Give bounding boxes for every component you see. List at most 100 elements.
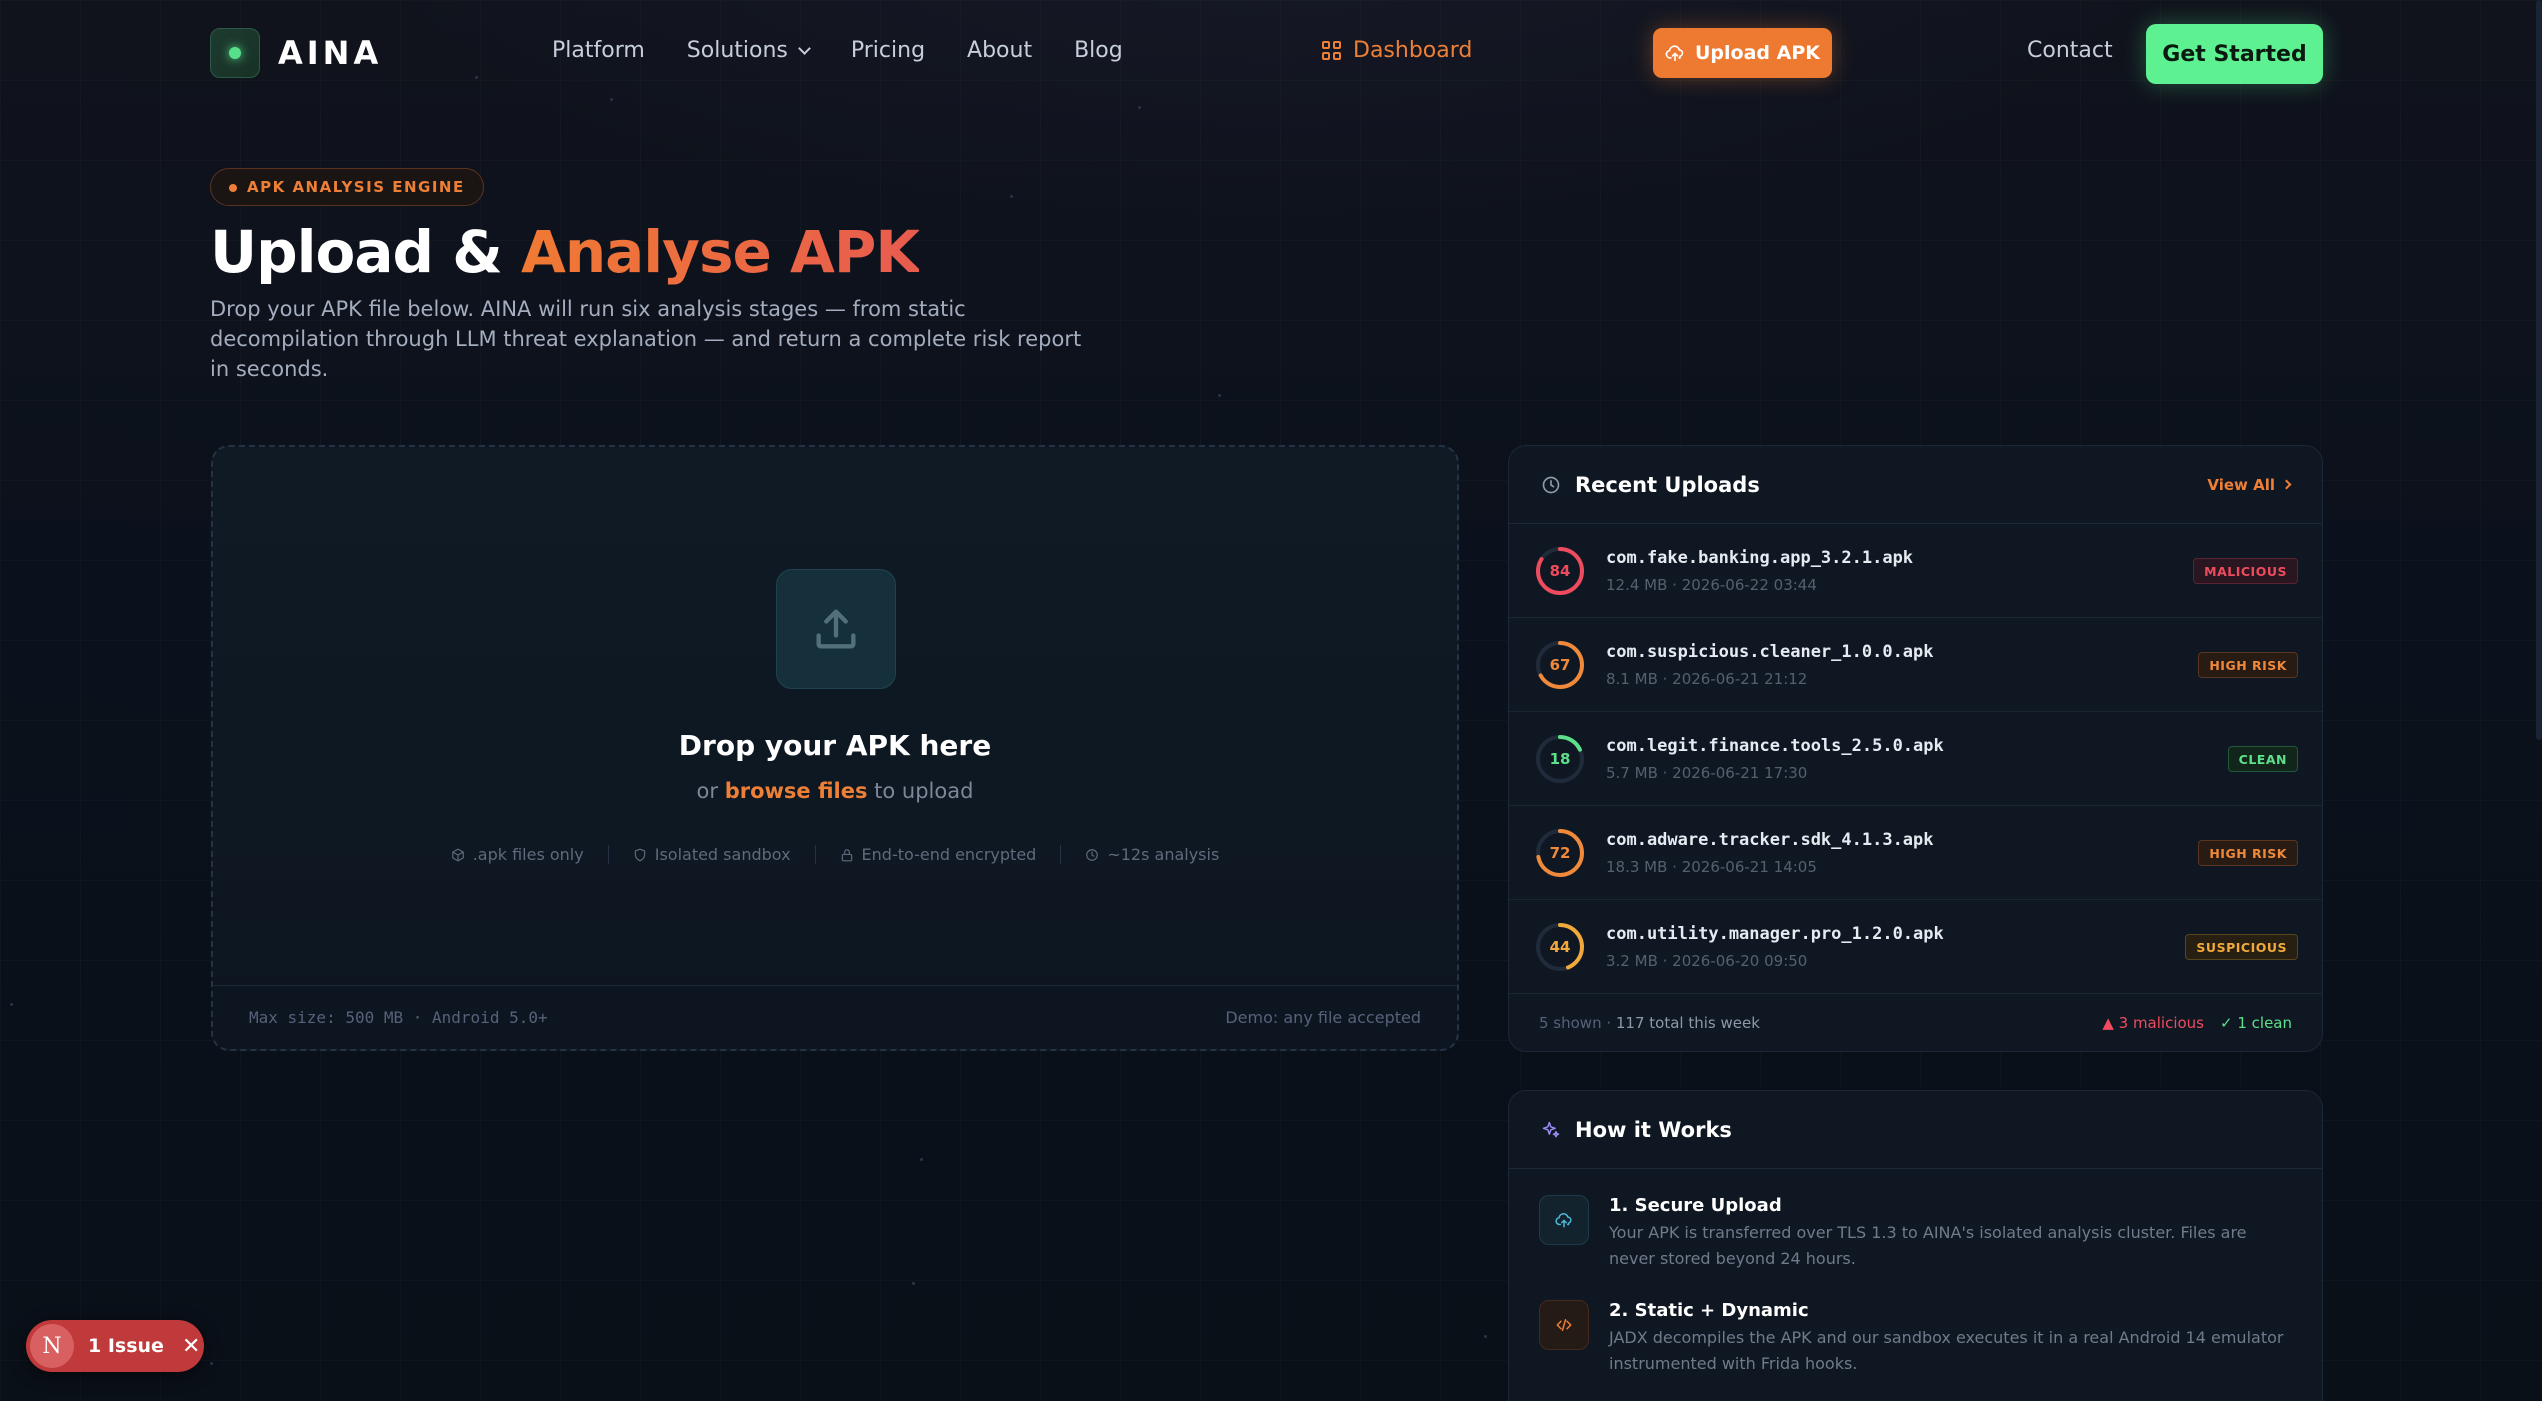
risk-tag: HIGH RISK [2198, 652, 2298, 678]
page-title: Upload & Analyse APK [210, 218, 920, 286]
risk-score: 84 [1549, 561, 1571, 580]
lock-icon [841, 848, 852, 861]
browse-files-link[interactable]: browse files [725, 779, 868, 803]
file-info: com.suspicious.cleaner_1.0.0.apk 8.1 MB ·… [1606, 642, 1934, 688]
dropzone-subtitle: or browse files to upload [213, 779, 1457, 803]
feature-encrypted: End-to-end encrypted [814, 845, 1061, 864]
file-meta: 8.1 MB · 2026-06-21 21:12 [1606, 669, 1808, 688]
nav-link-blog[interactable]: Blog [1074, 38, 1123, 63]
risk-score: 72 [1549, 843, 1571, 862]
cloud-upload-icon [1665, 45, 1684, 62]
top-navbar: AINA Platform Solutions Pricing About Bl… [0, 0, 2542, 108]
risk-score-ring: 72 [1534, 827, 1586, 879]
logo[interactable]: AINA [210, 28, 382, 78]
file-name: com.fake.banking.app_3.2.1.apk [1606, 547, 1914, 568]
how-it-works-title-text: How it Works [1575, 1117, 1732, 1142]
risk-score: 18 [1549, 749, 1571, 768]
upload-icon [776, 569, 896, 689]
risk-score: 67 [1549, 655, 1571, 674]
apk-dropzone[interactable]: Drop your APK here or browse files to up… [211, 445, 1459, 1051]
recent-uploads-panel: Recent Uploads View All 84 com.fake.banki… [1508, 445, 2323, 1052]
demo-note: Demo: any file accepted [1225, 1008, 1421, 1027]
view-all-label: View All [2207, 475, 2275, 494]
dropzone-features: .apk files only Isolated sandbox End-to-… [213, 845, 1457, 864]
risk-tag: MALICIOUS [2193, 558, 2298, 584]
page-title-accent: Analyse APK [520, 218, 920, 286]
chevron-right-icon [2281, 479, 2292, 490]
risk-tag: SUSPICIOUS [2185, 934, 2298, 960]
feature-label: End-to-end encrypted [861, 845, 1037, 864]
background-star [10, 1003, 13, 1006]
how-it-works-header: How it Works [1509, 1091, 2322, 1169]
analysis-engine-badge: APK ANALYSIS ENGINE [210, 168, 484, 206]
package-icon [451, 848, 464, 861]
chevron-down-icon [798, 41, 811, 55]
nav-link-about[interactable]: About [967, 38, 1032, 63]
background-star [210, 1362, 213, 1365]
dashboard-grid-icon [1322, 41, 1341, 60]
issues-indicator[interactable]: N 1 Issue ✕ [26, 1320, 204, 1372]
how-it-works-title: How it Works [1541, 1118, 1732, 1142]
file-info: com.fake.banking.app_3.2.1.apk 12.4 MB · … [1606, 548, 1913, 594]
uploads-summary: 5 shown · 117 total this week [1539, 1014, 1760, 1032]
clean-count: ✓ 1 clean [2220, 1014, 2292, 1032]
recent-uploads-title: Recent Uploads [1541, 473, 1760, 497]
step-static-dynamic: 2. Static + Dynamic JADX decompiles the … [1539, 1300, 2289, 1377]
how-it-works-panel: How it Works 1. Secure Upload Your APK i… [1508, 1090, 2323, 1401]
step-description: Your APK is transferred over TLS 1.3 to … [1609, 1223, 2247, 1268]
file-meta: 3.2 MB · 2026-06-20 09:50 [1606, 951, 1808, 970]
recent-uploads-list: 84 com.fake.banking.app_3.2.1.apk 12.4 MB … [1509, 524, 2322, 994]
max-size-note: Max size: 500 MB · Android 5.0+ [249, 1008, 548, 1027]
history-icon [1542, 476, 1560, 493]
risk-tag: HIGH RISK [2198, 840, 2298, 866]
contact-link[interactable]: Contact [2027, 38, 2113, 63]
recent-uploads-header: Recent Uploads View All [1509, 446, 2322, 524]
page-description: Drop your APK file below. AINA will run … [210, 297, 1082, 381]
file-meta: 5.7 MB · 2026-06-21 17:30 [1606, 763, 1808, 782]
feature-apk-only: .apk files only [427, 845, 608, 864]
sparkle-icon [1542, 1121, 1560, 1137]
page-title-plain: Upload & [210, 218, 521, 286]
file-name: com.adware.tracker.sdk_4.1.3.apk [1606, 829, 1934, 850]
cloud-upload-icon [1539, 1195, 1589, 1245]
upload-row[interactable]: 18 com.legit.finance.tools_2.5.0.apk 5.7 M… [1509, 712, 2322, 806]
background-star [1010, 195, 1013, 198]
dashboard-label: Dashboard [1353, 38, 1473, 63]
close-icon[interactable]: ✕ [182, 1334, 200, 1359]
dropzone-subtitle-suffix: to upload [867, 779, 974, 803]
file-info: com.legit.finance.tools_2.5.0.apk 5.7 MB … [1606, 736, 1944, 782]
upload-apk-button[interactable]: Upload APK [1653, 28, 1832, 78]
code-icon [1539, 1300, 1589, 1350]
feature-sandbox: Isolated sandbox [607, 845, 815, 864]
dropzone-footer: Max size: 500 MB · Android 5.0+ Demo: an… [213, 985, 1457, 1049]
risk-score: 44 [1549, 937, 1571, 956]
file-info: com.utility.manager.pro_1.2.0.apk 3.2 MB … [1606, 924, 1944, 970]
get-started-button[interactable]: Get Started [2146, 24, 2323, 84]
dashboard-link[interactable]: Dashboard [1322, 38, 1472, 63]
weekly-total: 117 total this week [1615, 1014, 1760, 1032]
scrollbar-thumb[interactable] [2536, 0, 2542, 740]
clock-icon [1086, 848, 1099, 861]
view-all-link[interactable]: View All [2207, 475, 2292, 494]
nav-link-platform[interactable]: Platform [552, 38, 645, 63]
malicious-count: ▲ 3 malicious [2102, 1014, 2204, 1032]
nav-link-pricing[interactable]: Pricing [851, 38, 925, 63]
upload-row[interactable]: 84 com.fake.banking.app_3.2.1.apk 12.4 MB … [1509, 524, 2322, 618]
risk-tag: CLEAN [2227, 746, 2298, 772]
issue-label: 1 Issue [88, 1335, 164, 1357]
file-name: com.utility.manager.pro_1.2.0.apk [1606, 923, 1944, 944]
upload-row[interactable]: 44 com.utility.manager.pro_1.2.0.apk 3.2 M… [1509, 900, 2322, 994]
feature-label: Isolated sandbox [654, 845, 791, 864]
file-name: com.suspicious.cleaner_1.0.0.apk [1606, 641, 1934, 662]
background-star [1218, 394, 1221, 397]
file-meta: 18.3 MB · 2026-06-21 14:05 [1606, 857, 1817, 876]
file-name: com.legit.finance.tools_2.5.0.apk [1606, 735, 1944, 756]
nav-link-solutions[interactable]: Solutions [687, 38, 811, 63]
upload-row[interactable]: 72 com.adware.tracker.sdk_4.1.3.apk 18.3 M… [1509, 806, 2322, 900]
risk-score-ring: 18 [1534, 733, 1586, 785]
logo-text: AINA [278, 34, 383, 72]
risk-summary: ▲ 3 malicious ✓ 1 clean [2102, 1014, 2292, 1032]
step-description: JADX decompiles the APK and our sandbox … [1609, 1328, 2284, 1373]
upload-row[interactable]: 67 com.suspicious.cleaner_1.0.0.apk 8.1 MB… [1509, 618, 2322, 712]
feature-label: .apk files only [472, 845, 584, 864]
